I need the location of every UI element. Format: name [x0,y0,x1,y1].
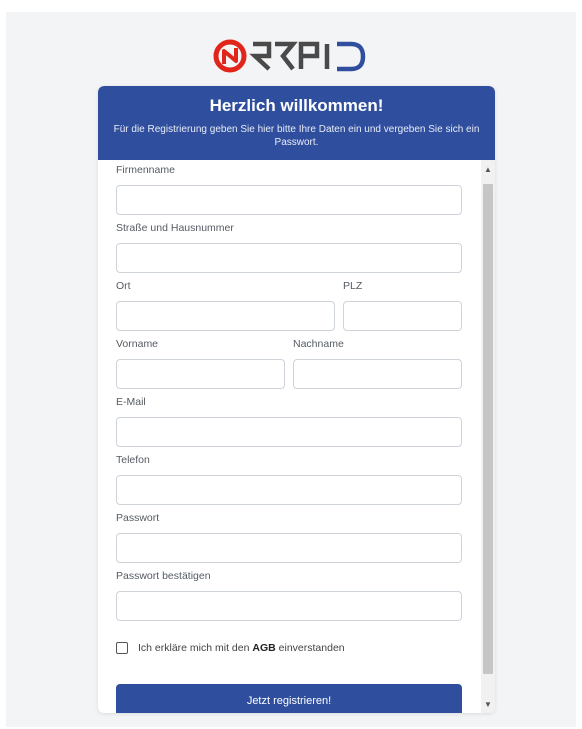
page-background: Herzlich willkommen! Für die Registrieru… [6,12,576,727]
city-label: Ort [116,280,131,292]
lastname-label: Nachname [293,338,344,350]
card-header: Herzlich willkommen! Für die Registrieru… [98,86,495,160]
company-label: Firmenname [116,164,175,176]
phone-input[interactable] [116,475,462,505]
rapid-logo-icon [213,39,366,73]
street-input[interactable] [116,243,462,273]
terms-suffix: einverstanden [278,642,345,654]
street-label: Straße und Hausnummer [116,222,234,234]
card-subtitle: Für die Registrierung geben Sie hier bit… [113,124,480,148]
scroll-down-icon[interactable]: ▼ [481,697,495,711]
password-confirm-label: Passwort bestätigen [116,570,211,582]
email-label: E-Mail [116,396,146,408]
lastname-input[interactable] [293,359,462,389]
terms-row: Ich erkläre mich mit den AGB einverstand… [116,642,345,654]
company-input[interactable] [116,185,462,215]
password-input[interactable] [116,533,462,563]
form-scroll-area[interactable]: Firmenname Straße und Hausnummer Ort PLZ… [98,160,495,713]
terms-agb-link[interactable]: AGB [252,642,275,654]
register-button[interactable]: Jetzt registrieren! [116,684,462,713]
email-input[interactable] [116,417,462,447]
password-confirm-input[interactable] [116,591,462,621]
zip-label: PLZ [343,280,363,292]
firstname-input[interactable] [116,359,285,389]
form-scrollbar[interactable]: ▲ ▼ [481,160,495,713]
registration-card: Herzlich willkommen! Für die Registrieru… [98,86,495,713]
rapid-logo [6,34,576,78]
firstname-label: Vorname [116,338,159,350]
city-input[interactable] [116,301,335,331]
scrollbar-thumb[interactable] [483,184,493,674]
terms-prefix: Ich erkläre mich mit den [138,642,250,654]
scroll-up-icon[interactable]: ▲ [481,162,495,176]
terms-label[interactable]: Ich erkläre mich mit den AGB einverstand… [138,642,345,654]
phone-label: Telefon [116,454,150,466]
card-title: Herzlich willkommen! [209,96,384,115]
terms-checkbox[interactable] [116,642,128,654]
zip-input[interactable] [343,301,462,331]
password-label: Passwort [116,512,160,524]
